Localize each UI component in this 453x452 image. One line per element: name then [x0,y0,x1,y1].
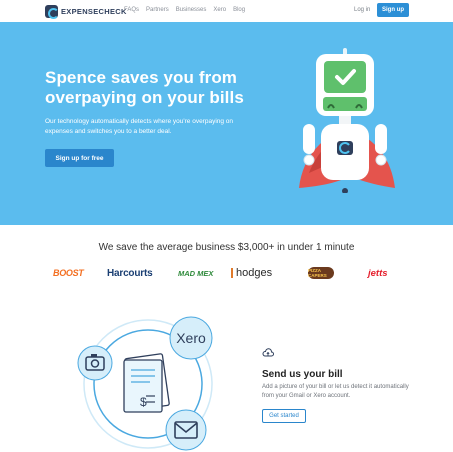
brand-logo-pizza-capers: PIZZA CAPERS [308,267,334,279]
hero-subtitle: Our technology automatically detects whe… [45,118,234,135]
feature-title: Send us your bill [262,369,343,380]
brand-logo-madmex: MAD MEX [178,268,214,278]
nav-link-blog[interactable]: Blog [233,7,245,13]
top-nav: EXPENSECHECK FAQs Partners Businesses Xe… [0,0,453,22]
brand-logo-hodges-text: hodges [236,267,273,279]
brand-logo-jetts: jetts [368,267,388,279]
robot-mascot-illustration [299,48,395,193]
mail-icon-bubble [165,409,207,451]
nav-link-xero[interactable]: Xero [213,7,226,13]
nav-link-faqs[interactable]: FAQs [124,7,139,13]
robot-screen [324,61,366,93]
login-link[interactable]: Log in [354,7,370,13]
brand-logo-harcourts: Harcourts [107,267,153,279]
savings-headline: We save the average business $3,000+ in … [98,242,355,253]
feature-description: Add a picture of your bill or let us det… [262,384,409,399]
signup-button[interactable]: Sign up [377,3,409,17]
logo-mark [45,4,59,19]
brand-logo-boost: BOOST [53,268,84,278]
svg-text:$: $ [140,395,147,409]
hero-title: Spence saves you from overpaying on your… [45,68,244,107]
nav-link-businesses[interactable]: Businesses [176,7,207,13]
hero-section: Spence saves you from overpaying on your… [0,22,453,225]
brand-logo-hodges: hodges [231,264,272,282]
nav-links: FAQs Partners Businesses Xero Blog [124,7,245,13]
document-icon: $ [123,353,170,413]
brand-logos: BOOST Harcourts MAD MEX hodges PIZZA CAP… [45,264,410,282]
signup-free-button[interactable]: Sign up for free [45,149,114,167]
get-started-button[interactable]: Get started [262,409,306,423]
logo[interactable]: EXPENSECHECK [45,4,127,19]
xero-icon: Xero [176,330,206,346]
cloud-upload-icon [262,348,274,357]
send-bill-illustration: Xero $ [77,316,213,451]
camera-icon-bubble [77,345,113,381]
nav-link-partners[interactable]: Partners [146,7,169,13]
logo-text: EXPENSECHECK [61,6,127,16]
